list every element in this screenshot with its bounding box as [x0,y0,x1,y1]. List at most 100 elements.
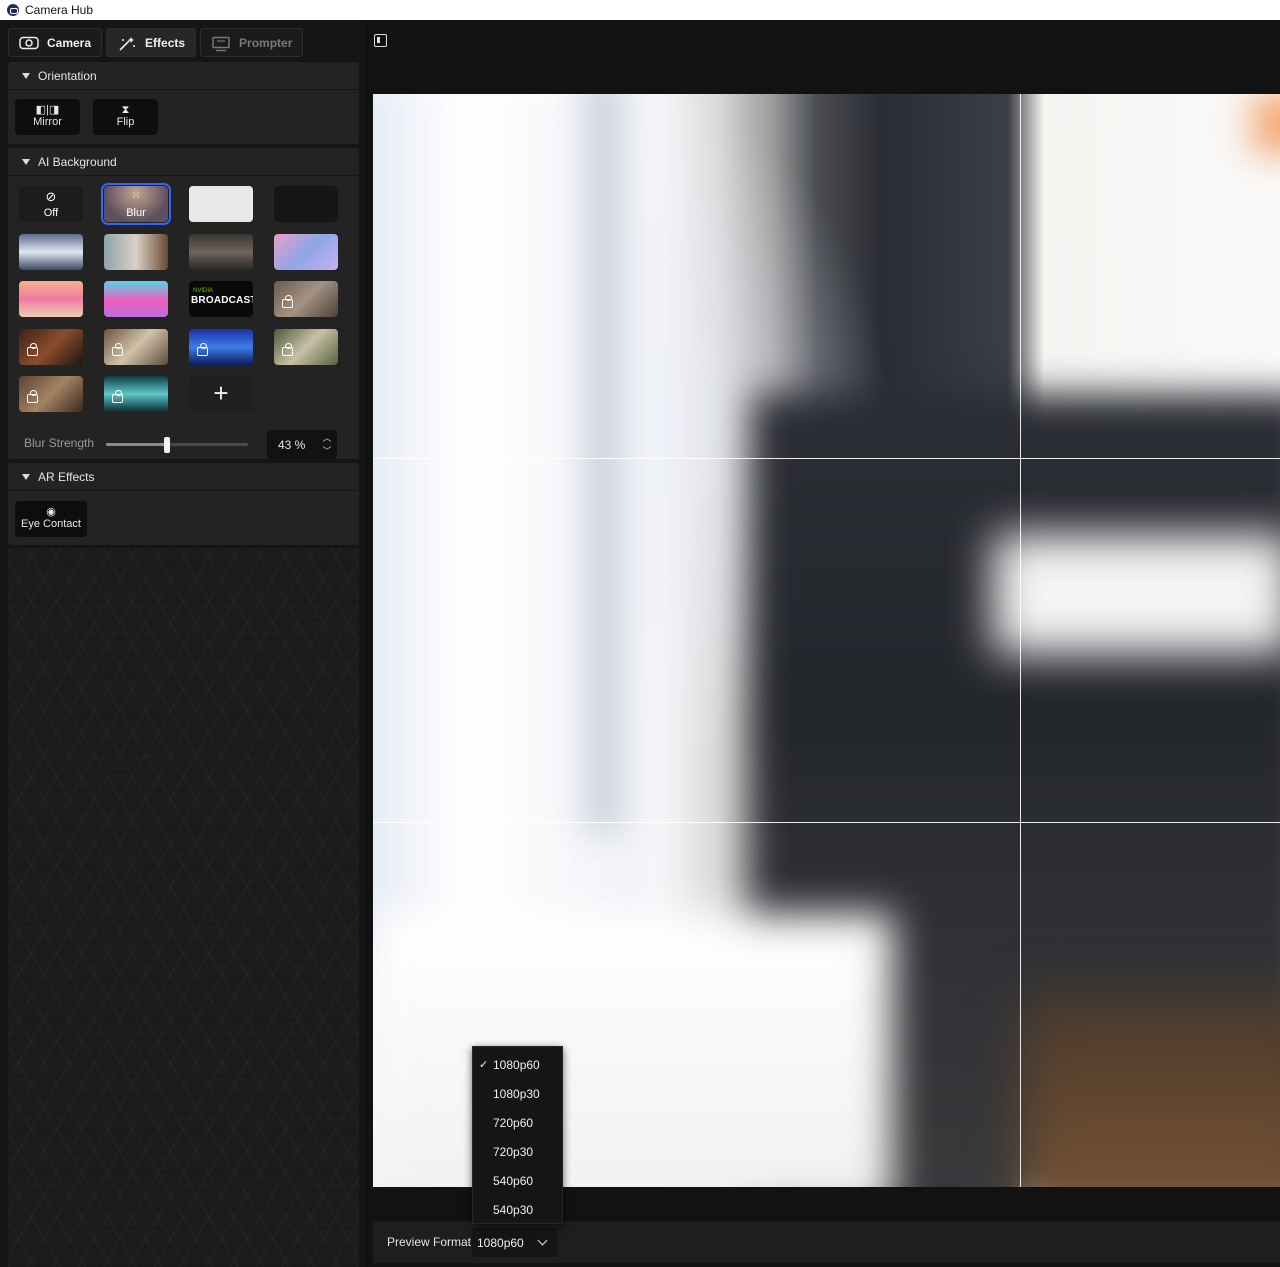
ai-background-title: AI Background [38,154,117,169]
background-video-bedroom-option[interactable] [19,376,83,412]
tab-effects-label: Effects [145,35,186,50]
grid-line-vertical [1020,94,1021,1187]
magic-wand-icon [117,36,137,51]
ar-effects-header[interactable]: AR Effects [8,463,359,491]
background-pink-room-option[interactable] [19,281,83,317]
preview-format-bar: Preview Format 1080p60 [373,1221,1280,1263]
preview-sill-area [373,914,893,1187]
format-option[interactable]: 720p60 [473,1107,564,1136]
format-option[interactable]: 540p60 [473,1165,564,1194]
preview-light-band [993,534,1280,654]
format-option-label: 540p60 [493,1174,534,1188]
orientation-title: Orientation [38,68,97,83]
no-entry-icon: ⊘ [45,189,57,204]
background-neon-room-option[interactable] [104,281,168,317]
camera-preview [373,94,1280,1187]
tab-bar: Camera Effects Prompter [8,28,304,57]
video-camera-icon [112,343,123,356]
background-black-option[interactable] [274,186,338,222]
collapse-triangle-icon [22,72,30,79]
preview-window-frame [583,94,623,834]
left-panel: Camera Effects Prompter Orientation ◧|◨ … [0,20,366,1267]
collapse-triangle-icon [22,158,30,165]
sidebar-toggle-icon[interactable] [374,34,387,47]
background-video-garden-option[interactable] [274,329,338,365]
panel-background-pattern [8,548,359,1267]
video-camera-icon [282,343,293,356]
ai-background-section: AI Background ⊘ Off ⁙ Blur NVIDIA BROADC… [8,148,359,459]
eye-icon: ◉ [46,506,56,518]
background-office-option[interactable] [19,234,83,270]
blur-dots-icon: ⁙ [131,190,141,202]
format-option-label: 720p60 [493,1116,534,1130]
blur-strength-value: 43 % [278,438,306,452]
broadcast-logo-text: BROADCAST [191,295,253,306]
blur-strength-slider[interactable] [106,437,248,453]
background-video-lounge-option[interactable] [274,281,338,317]
format-option-label: 540p30 [493,1203,534,1217]
title-bar: Camera Hub [0,0,1280,20]
ar-effects-section: AR Effects ◉ Eye Contact [8,463,359,545]
tab-effects[interactable]: Effects [106,28,197,57]
app-window: Camera Effects Prompter Orientation ◧|◨ … [0,20,1280,1267]
blur-strength-row: Blur Strength 43 % ︿ ﹀ [24,428,344,459]
collapse-triangle-icon [22,473,30,480]
video-camera-icon [112,390,123,403]
add-background-button[interactable]: + [189,376,253,412]
blur-strength-label: Blur Strength [24,436,95,450]
video-camera-icon [27,390,38,403]
preview-format-label: Preview Format [387,1235,472,1249]
ai-background-header[interactable]: AI Background [8,148,359,176]
ar-effects-title: AR Effects [38,469,95,484]
format-option[interactable]: ✓ 1080p60 [473,1049,564,1078]
background-living-room-option[interactable] [104,234,168,270]
mirror-label: Mirror [33,116,62,128]
grid-line-horizontal [373,822,1280,823]
spin-up-icon[interactable]: ︿ [321,432,333,444]
background-pastel-room-option[interactable] [274,234,338,270]
blur-strength-slider-thumb[interactable] [164,437,170,453]
spin-down-icon[interactable]: ﹀ [321,445,333,457]
preview-format-dropdown: ✓ 1080p60 1080p30 720p60 720p30 540p60 5… [472,1046,563,1224]
flip-label: Flip [116,116,135,128]
format-option-label: 1080p30 [493,1087,540,1101]
tab-prompter[interactable]: Prompter [200,28,304,57]
format-option[interactable]: 1080p30 [473,1078,564,1107]
checkmark-icon: ✓ [479,1059,489,1071]
background-shelves-option[interactable] [189,234,253,270]
preview-format-select[interactable]: 1080p60 [472,1228,557,1257]
camera-icon [19,36,39,50]
preview-floor-area [1023,994,1280,1187]
background-off-option[interactable]: ⊘ Off [19,186,83,222]
background-off-label: Off [43,207,59,219]
video-camera-icon [282,295,293,308]
eye-contact-button[interactable]: ◉ Eye Contact [15,501,87,537]
plus-icon: + [213,378,229,408]
preview-warm-spot [1253,94,1280,154]
app-logo-icon [7,4,19,16]
background-video-space-option[interactable] [189,329,253,365]
flip-button[interactable]: ⧗ Flip [93,99,158,135]
background-blur-label: Blur [126,207,146,219]
format-option-label: 720p30 [493,1145,534,1159]
blur-strength-spinbox[interactable]: 43 % ︿ ﹀ [267,430,337,459]
format-option[interactable]: 540p30 [473,1194,564,1223]
background-video-loft-option[interactable] [104,329,168,365]
mirror-button[interactable]: ◧|◨ Mirror [15,99,80,135]
grid-line-horizontal [373,458,1280,459]
tab-camera-label: Camera [47,35,92,50]
background-video-study-option[interactable] [19,329,83,365]
video-camera-icon [197,343,208,356]
format-option[interactable]: 720p30 [473,1136,564,1165]
background-broadcast-option[interactable]: NVIDIA BROADCAST [189,281,253,317]
orientation-header[interactable]: Orientation [8,62,359,90]
background-video-aquarium-option[interactable] [104,376,168,412]
background-white-option[interactable] [189,186,253,222]
nvidia-logo-text: NVIDIA [193,288,214,294]
tab-camera[interactable]: Camera [8,28,103,57]
format-option-label: 1080p60 [493,1058,540,1072]
blur-strength-slider-fill [106,443,167,446]
window-title: Camera Hub [25,3,94,17]
mirror-icon: ◧|◨ [35,104,60,116]
background-blur-option[interactable]: ⁙ Blur [101,183,171,225]
